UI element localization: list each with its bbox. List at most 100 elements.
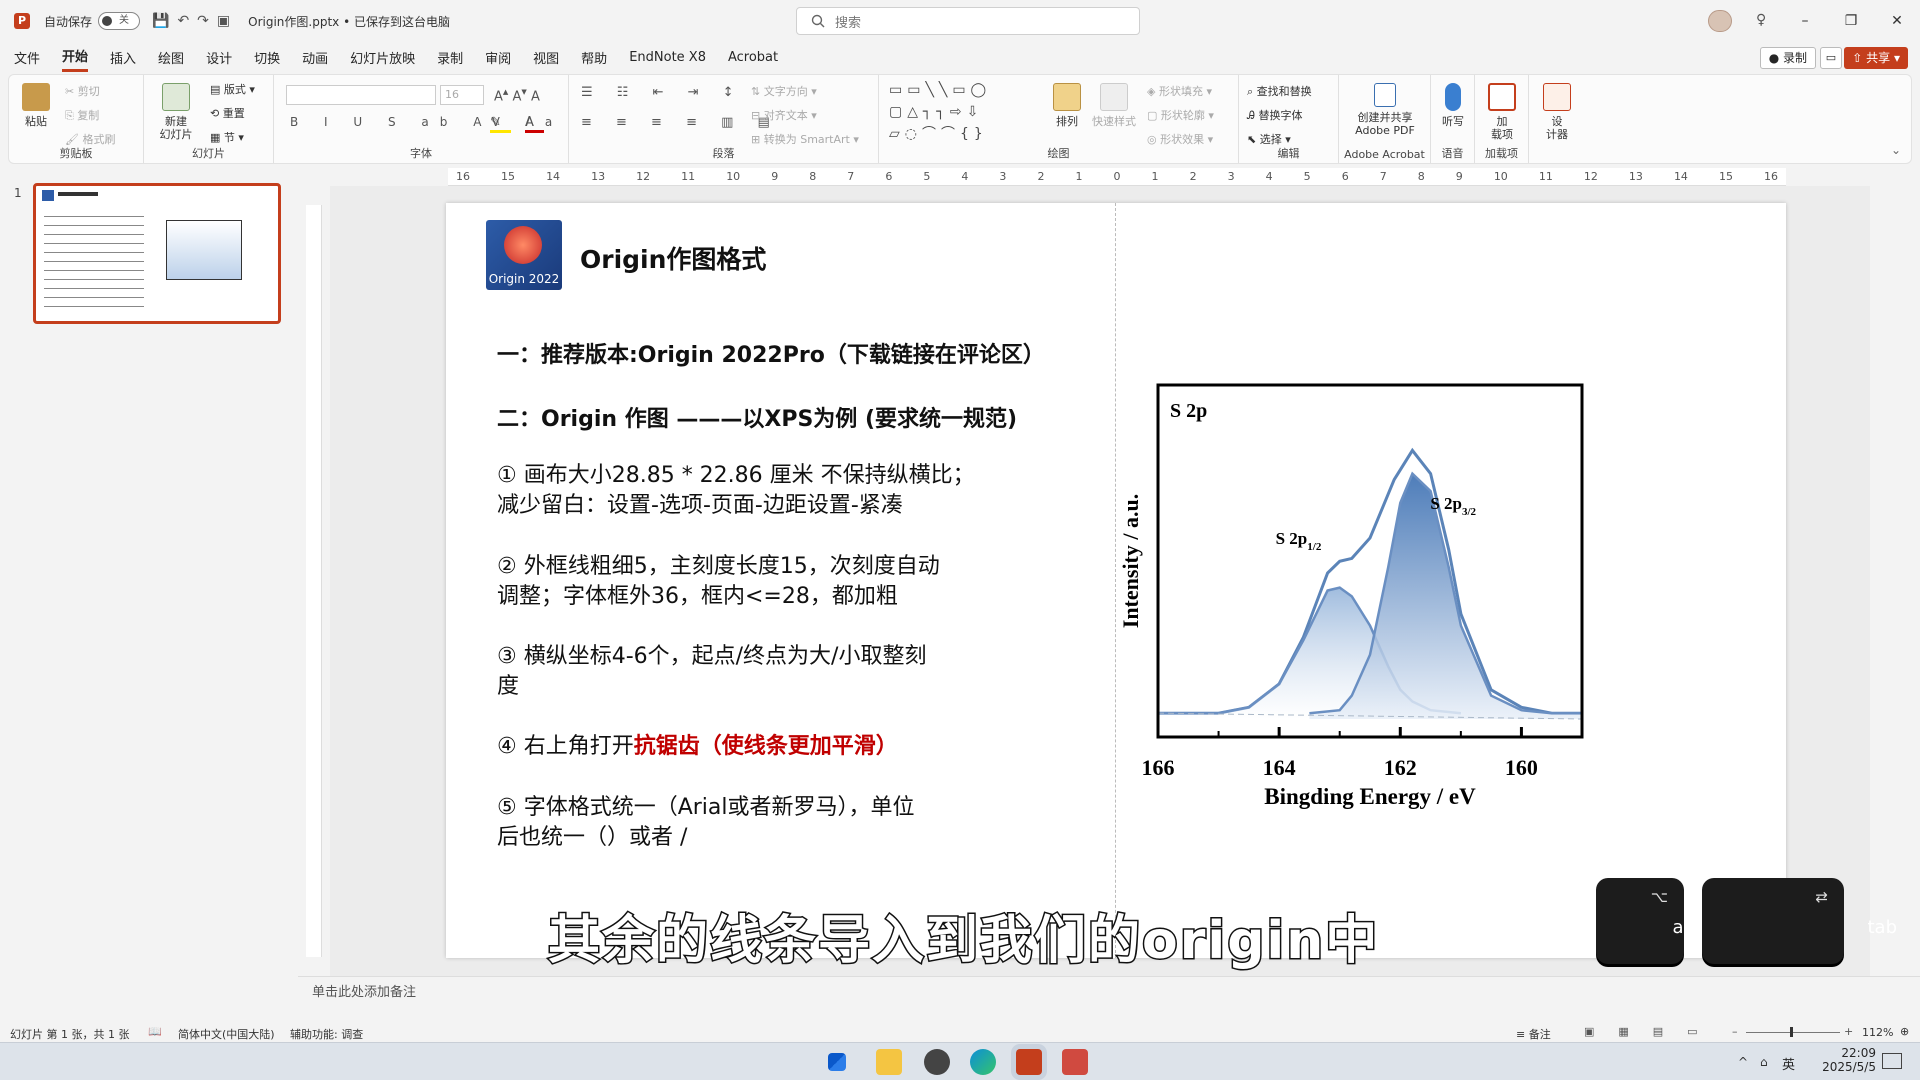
- notes-placeholder[interactable]: 单击此处添加备注: [312, 981, 416, 1000]
- quick-access-toolbar[interactable]: 💾↶↷▣: [152, 13, 238, 29]
- font-size-box[interactable]: 16: [440, 85, 484, 105]
- collapse-ribbon-icon[interactable]: ⌄: [1891, 143, 1901, 157]
- start-icon[interactable]: [828, 1053, 846, 1071]
- text-direction-button[interactable]: ⇅ 文字方向 ▾: [751, 83, 817, 99]
- tab-1[interactable]: 开始: [62, 42, 89, 72]
- origin-taskbar-icon[interactable]: [1062, 1049, 1088, 1075]
- ruler-tick: 15: [1718, 170, 1733, 183]
- align-buttons[interactable]: ≡ ≡ ≡ ≡ ▥ ▤: [581, 115, 780, 130]
- restore-icon[interactable]: ❐: [1828, 13, 1874, 29]
- item-5a[interactable]: ⑤ 字体格式统一（Arial或者新罗马），单位: [497, 792, 915, 823]
- align-text-button[interactable]: ⊟ 对齐文本 ▾: [751, 107, 817, 123]
- shape-outline-button[interactable]: ▢ 形状轮廓 ▾: [1147, 107, 1214, 123]
- tab-6[interactable]: 动画: [302, 44, 328, 71]
- tab-3[interactable]: 绘图: [158, 44, 184, 71]
- thumb-text-lines: [44, 208, 144, 308]
- item-3a[interactable]: ③ 横纵坐标4-6个，起点/终点为大/小取整刻: [497, 641, 926, 672]
- tab-2[interactable]: 插入: [110, 44, 136, 71]
- tab-12[interactable]: EndNote X8: [629, 46, 706, 69]
- font-grow-icon[interactable]: A▴ A▾ A: [494, 85, 540, 104]
- accessibility-status[interactable]: 辅助功能: 调查: [290, 1026, 363, 1042]
- reset-button[interactable]: ⟲ 重置: [210, 105, 245, 121]
- font-color-buttons[interactable]: ✎ A: [490, 115, 544, 133]
- tab-7[interactable]: 幻灯片放映: [350, 44, 415, 71]
- tab-13[interactable]: Acrobat: [728, 46, 778, 69]
- tab-9[interactable]: 审阅: [485, 44, 511, 71]
- ribbon-tabs: 文件 开始 插入 绘图 设计 切换 动画 幻灯片放映 录制 审阅 视图 帮助 EndNote X8 Acr…: [0, 42, 1920, 72]
- share-button[interactable]: ⇧ 共享 ▾: [1844, 47, 1908, 69]
- comments-icon[interactable]: ▭: [1820, 47, 1842, 69]
- item-1b[interactable]: 减少留白：设置-选项-页面-边距设置-紧凑: [497, 490, 903, 521]
- zoom-in-icon[interactable]: +: [1844, 1025, 1853, 1038]
- item-3b[interactable]: 度: [497, 671, 519, 702]
- item-4[interactable]: ④ 右上角打开抗锯齿（使线条更加平滑）: [497, 731, 898, 762]
- minimize-icon[interactable]: –: [1782, 13, 1828, 29]
- user-avatar[interactable]: [1708, 10, 1732, 32]
- autosave-toggle[interactable]: 关: [98, 12, 141, 30]
- notification-icon[interactable]: [1882, 1053, 1902, 1069]
- ruler-tick: 3: [999, 170, 1007, 183]
- peak-label-base: S 2p: [1276, 529, 1308, 548]
- paste-button[interactable]: 粘贴: [19, 83, 53, 128]
- close-icon[interactable]: ✕: [1874, 13, 1920, 29]
- spell-check-icon[interactable]: 📖: [148, 1025, 162, 1038]
- view-buttons[interactable]: ▣▦▤▭: [1584, 1025, 1722, 1038]
- tab-8[interactable]: 录制: [437, 44, 463, 71]
- copy-button[interactable]: ⎘ 复制: [65, 107, 99, 123]
- cut-button[interactable]: ✂ 剪切: [65, 83, 100, 99]
- ime-indicator[interactable]: 英: [1782, 1054, 1795, 1073]
- text-line-1[interactable]: 一：推荐版本:Origin 2022Pro（下载链接在评论区）: [497, 340, 1045, 371]
- zoom-out-icon[interactable]: –: [1732, 1025, 1738, 1038]
- item-1a[interactable]: ① 画布大小28.85 * 22.86 厘米 不保持纵横比；: [497, 460, 975, 491]
- list-buttons[interactable]: ☰ ☷ ⇤ ⇥ ↕: [581, 85, 744, 100]
- record-button[interactable]: ● 录制: [1759, 47, 1816, 69]
- shape-fill-button[interactable]: ◈ 形状填充 ▾: [1147, 83, 1212, 99]
- item-5b[interactable]: 后也统一（）或者 /: [497, 822, 687, 853]
- app-icon-1[interactable]: [924, 1049, 950, 1075]
- item-2b[interactable]: 调整；字体框外36，框内<=28，都加粗: [497, 581, 898, 612]
- xps-chart[interactable]: S 2p Intensity / a.u. Bingding Energy / …: [1112, 375, 1588, 820]
- tab-4[interactable]: 设计: [206, 44, 232, 71]
- quick-styles-button[interactable]: 快速样式: [1089, 83, 1139, 128]
- layout-button[interactable]: ▤ 版式 ▾: [210, 81, 255, 97]
- zoom-level[interactable]: 112%: [1862, 1026, 1893, 1039]
- arrange-button[interactable]: 排列: [1049, 83, 1085, 128]
- network-icon[interactable]: ⌂: [1760, 1055, 1768, 1069]
- notes-pane[interactable]: [298, 976, 1920, 1024]
- dictate-button[interactable]: 听写: [1437, 83, 1469, 128]
- font-name-box[interactable]: [286, 85, 436, 105]
- designer-icon: [1543, 83, 1571, 111]
- ruler-tick: 15: [501, 170, 516, 183]
- tray-chevron-icon[interactable]: ^: [1738, 1055, 1748, 1069]
- origin-logo[interactable]: Origin 2022: [486, 220, 562, 290]
- slide-thumbnail[interactable]: [33, 183, 281, 324]
- section-button[interactable]: ▦ 节 ▾: [210, 129, 244, 145]
- slide-title[interactable]: Origin作图格式: [580, 240, 766, 276]
- tab-11[interactable]: 帮助: [581, 44, 607, 71]
- tab-0[interactable]: 文件: [14, 44, 40, 71]
- find-replace-button[interactable]: ⌕ 查找和替换: [1247, 83, 1312, 99]
- fit-slide-icon[interactable]: ⊕: [1900, 1025, 1909, 1038]
- text-line-2[interactable]: 二：Origin 作图 ———以XPS为例 (要求统一规范): [497, 404, 1017, 435]
- search-box[interactable]: 搜索: [796, 7, 1140, 35]
- edge-icon[interactable]: [970, 1049, 996, 1075]
- shapes-gallery[interactable]: ▭▭╲╲▭◯ ▢△┐┐⇨⇩ ▱◌⌒⌒{}: [889, 79, 1049, 142]
- tab-10[interactable]: 视图: [533, 44, 559, 71]
- item-2a[interactable]: ② 外框线粗细5，主刻度长度15，次刻度自动: [497, 551, 940, 582]
- create-pdf-button[interactable]: 创建并共享 Adobe PDF: [1343, 83, 1427, 137]
- replace-font-button[interactable]: Ꭿ 替换字体: [1247, 107, 1302, 123]
- tab-5[interactable]: 切换: [254, 44, 280, 71]
- designer-button[interactable]: 设 计器: [1537, 83, 1577, 141]
- language-indicator[interactable]: 简体中文(中国大陆): [178, 1026, 275, 1042]
- document-title[interactable]: Origin作图.pptx • 已保存到这台电脑: [248, 13, 450, 30]
- new-slide-button[interactable]: 新建 幻灯片: [152, 83, 200, 141]
- clock[interactable]: 22:09 2025/5/5: [1812, 1046, 1876, 1074]
- powerpoint-taskbar-icon[interactable]: [1016, 1049, 1042, 1075]
- addins-button[interactable]: 加 载项: [1483, 83, 1521, 141]
- zoom-slider[interactable]: [1746, 1032, 1840, 1033]
- notes-button[interactable]: ≡ 备注: [1516, 1026, 1551, 1042]
- autosave-label: 自动保存: [44, 14, 93, 29]
- lightbulb-icon[interactable]: ♀: [1756, 12, 1766, 28]
- file-explorer-icon[interactable]: [876, 1049, 902, 1075]
- zoom-thumb[interactable]: [1790, 1027, 1793, 1037]
